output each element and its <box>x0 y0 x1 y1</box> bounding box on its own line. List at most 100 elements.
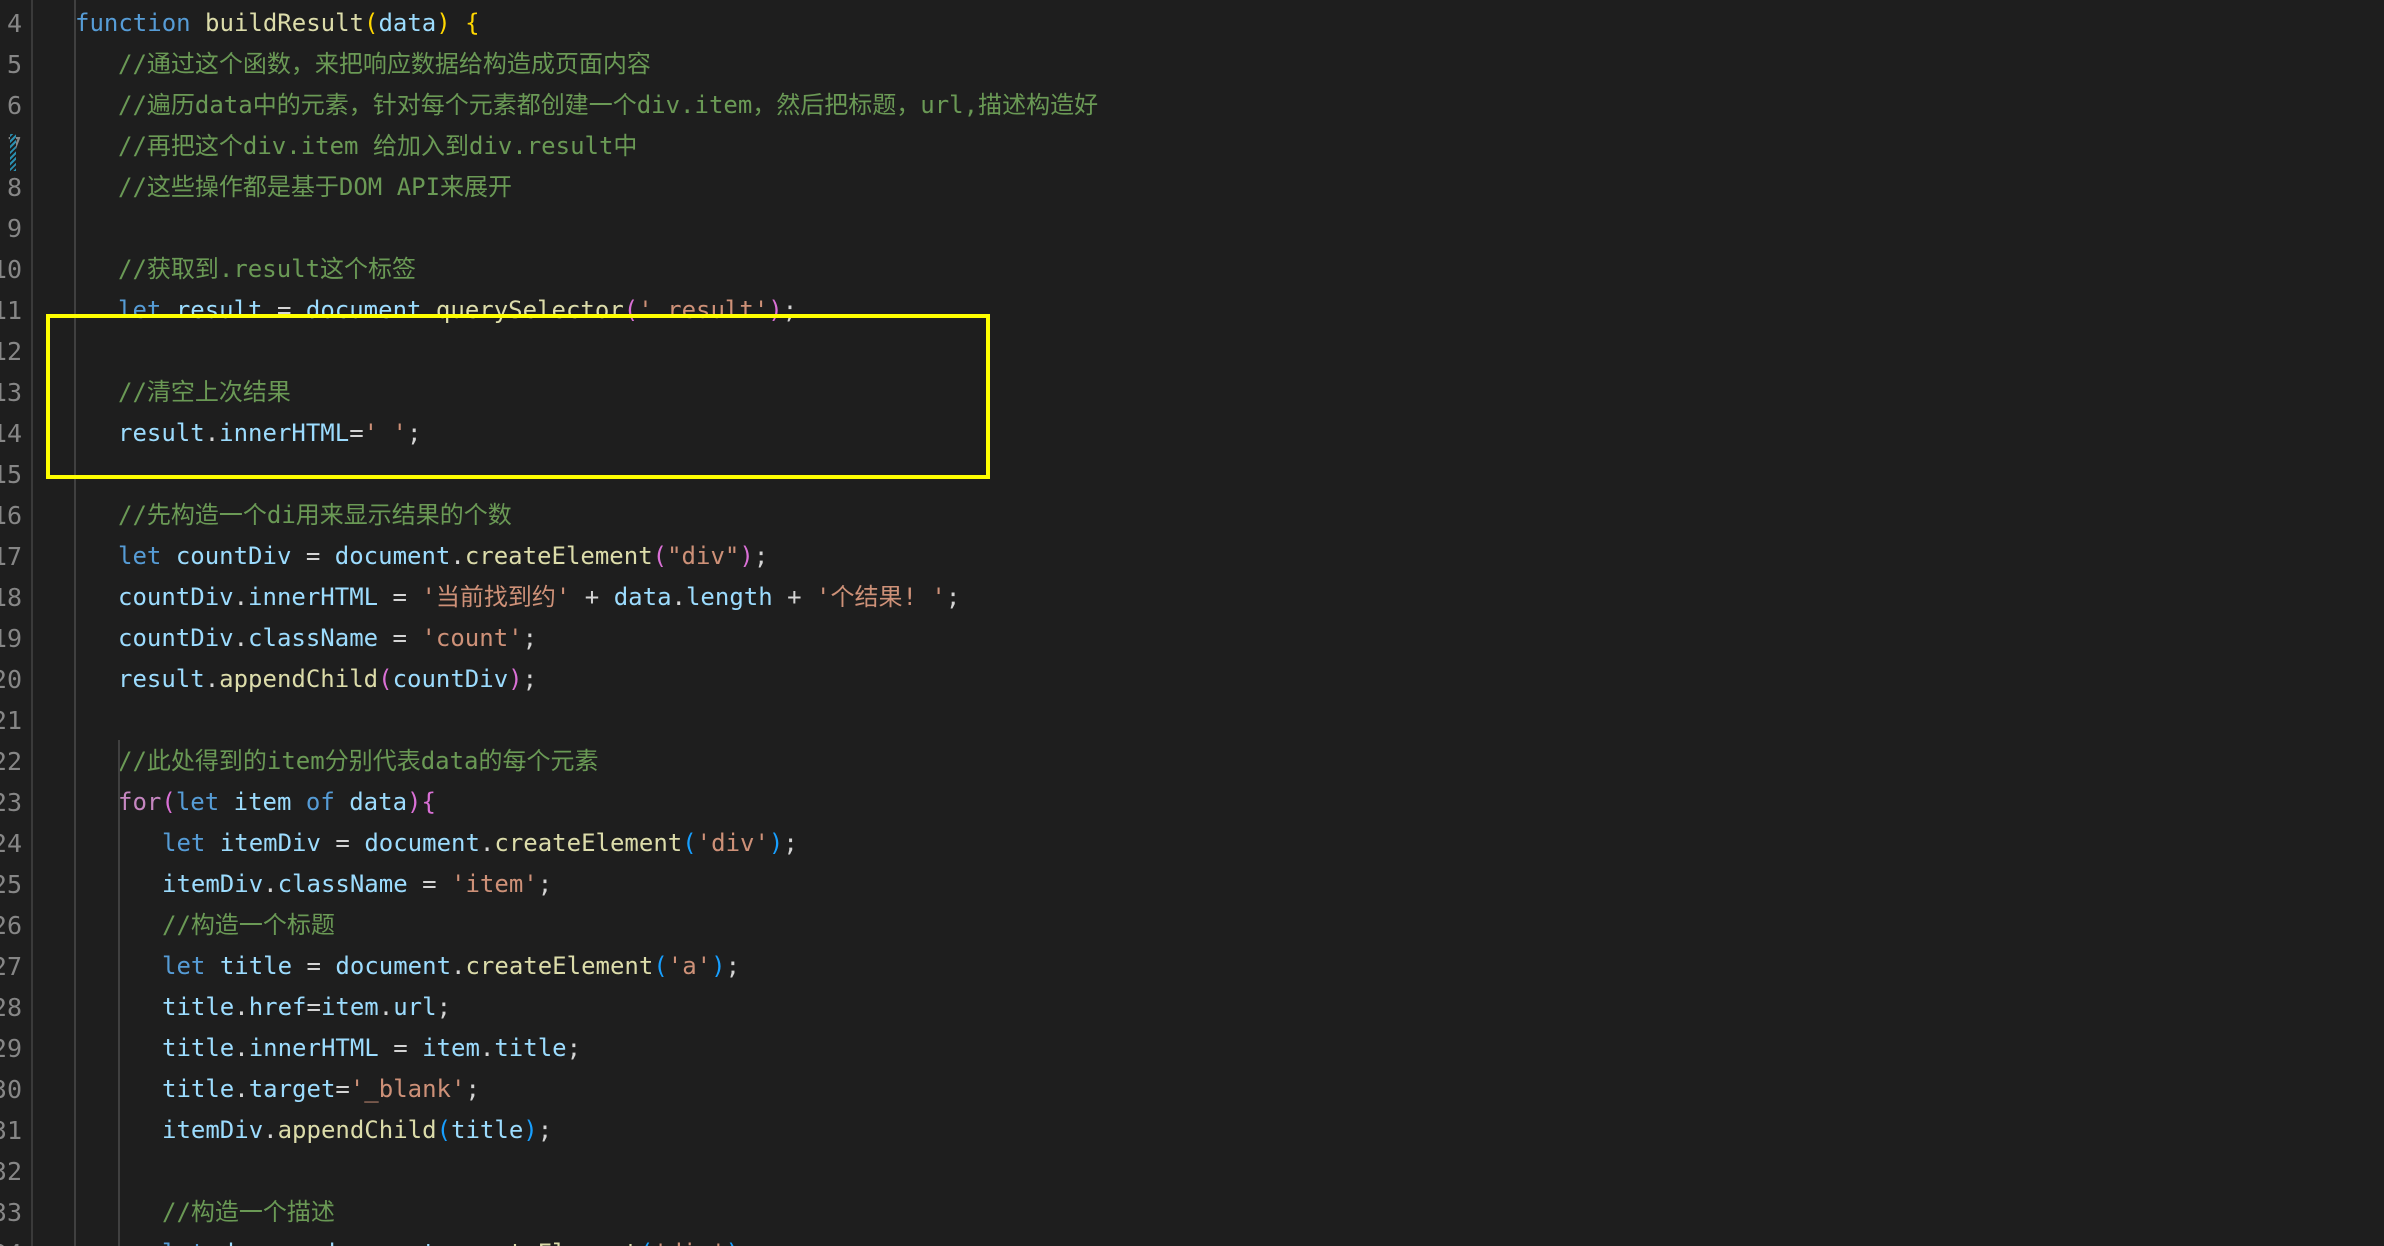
code-token: href <box>248 993 307 1021</box>
code-line[interactable]: //这些操作都是基于DOM API来展开 <box>118 167 512 208</box>
code-token: innerHTML <box>248 1034 379 1062</box>
code-token: title <box>162 1034 235 1062</box>
code-token: createElement <box>464 542 653 570</box>
code-token: itemDiv <box>219 829 321 857</box>
code-line[interactable]: let itemDiv = document.createElement('di… <box>162 823 798 864</box>
code-line[interactable]: countDiv.className = 'count'; <box>118 618 537 659</box>
code-token: ) <box>508 665 523 693</box>
line-number: 33 <box>0 1198 22 1227</box>
code-token: . <box>234 1075 249 1103</box>
code-token: '_blank' <box>349 1075 466 1103</box>
code-token: ; <box>782 296 798 324</box>
code-line[interactable]: let countDiv = document.createElement("d… <box>118 536 768 577</box>
code-token: ; <box>783 829 798 857</box>
code-token: { <box>421 788 436 816</box>
line-number: 10 <box>0 255 22 284</box>
code-token: . <box>437 1239 451 1246</box>
code-line[interactable]: let title = document.createElement('a'); <box>162 946 740 987</box>
code-token: ( <box>682 829 697 857</box>
code-line[interactable]: result.innerHTML=' '; <box>118 413 421 454</box>
code-token: buildResult <box>205 9 364 37</box>
code-line[interactable]: countDiv.innerHTML = '当前找到约' + data.leng… <box>118 577 960 618</box>
code-token: createElement <box>494 829 683 857</box>
code-token: ; <box>740 1239 754 1246</box>
code-token: ( <box>652 542 668 570</box>
code-token: title <box>219 952 293 980</box>
line-number: 20 <box>0 665 22 694</box>
code-token: { <box>465 9 480 37</box>
code-token: = <box>378 583 422 611</box>
code-line[interactable]: //清空上次结果 <box>118 372 291 413</box>
line-number: 21 <box>0 706 22 735</box>
code-token: . <box>671 583 686 611</box>
code-line[interactable]: let desc = document.createElement('div')… <box>162 1233 754 1246</box>
code-token: '个结果! ' <box>816 583 946 611</box>
code-line[interactable]: title.innerHTML = item.title; <box>162 1028 581 1069</box>
code-line[interactable]: title.href=item.url; <box>162 987 451 1028</box>
code-token: . <box>234 993 249 1021</box>
line-number: 11 <box>0 296 22 325</box>
code-line[interactable]: let result = document.querySelector('.re… <box>118 290 797 331</box>
code-token: className <box>248 624 379 652</box>
code-token: + <box>772 583 817 611</box>
code-token: //再把这个div.item 给加入到div.result中 <box>118 132 638 160</box>
code-line[interactable]: //构造一个描述 <box>162 1192 335 1233</box>
code-token: = <box>349 419 364 447</box>
code-token: ; <box>537 1116 553 1144</box>
code-token: for <box>118 788 162 816</box>
code-token: result <box>118 665 205 693</box>
code-line[interactable]: //此处得到的item分别代表data的每个元素 <box>118 741 599 782</box>
code-token: = <box>291 542 335 570</box>
code-token: ) <box>436 9 451 37</box>
code-token: document <box>305 296 422 324</box>
code-content[interactable]: function buildResult(data) {//通过这个函数，来把响… <box>0 0 2384 1246</box>
code-line[interactable]: //再把这个div.item 给加入到div.result中 <box>118 126 637 167</box>
code-token: countDiv <box>392 665 509 693</box>
code-token: result <box>118 419 205 447</box>
code-token: let <box>118 296 162 324</box>
code-token: ( <box>378 665 393 693</box>
line-number: 22 <box>0 747 22 776</box>
line-number-gutter: 4567891011121314151617181920212223242526… <box>0 0 26 1246</box>
line-number: 12 <box>0 337 22 366</box>
code-token: ( <box>639 1239 653 1246</box>
code-token: createElement <box>451 1239 639 1246</box>
code-line[interactable]: function buildResult(data) { <box>75 3 480 44</box>
code-line[interactable]: //构造一个标题 <box>162 905 335 946</box>
code-token: target <box>248 1075 336 1103</box>
code-token: itemDiv <box>162 1116 264 1144</box>
line-number: 30 <box>0 1075 22 1104</box>
code-token: let <box>162 829 206 857</box>
code-token: = <box>320 829 365 857</box>
code-token: 'div' <box>696 829 769 857</box>
code-token: . <box>263 870 278 898</box>
code-token: 'item' <box>451 870 538 898</box>
code-token: ) <box>726 1239 740 1246</box>
code-token: data <box>378 9 437 37</box>
code-token: ; <box>465 1075 480 1103</box>
code-line[interactable]: //获取到.result这个标签 <box>118 249 416 290</box>
code-token: . <box>450 542 465 570</box>
code-line[interactable]: result.appendChild(countDiv); <box>118 659 537 700</box>
code-token: document <box>364 829 480 857</box>
code-token: function <box>75 9 191 37</box>
code-line[interactable]: //通过这个函数，来把响应数据给构造成页面内容 <box>118 44 651 85</box>
code-token: = <box>306 993 321 1021</box>
code-line[interactable]: //先构造一个di用来显示结果的个数 <box>118 495 512 536</box>
code-line[interactable]: itemDiv.className = 'item'; <box>162 864 552 905</box>
code-token: //通过这个函数，来把响应数据给构造成页面内容 <box>118 50 651 78</box>
code-token: item <box>422 1034 480 1062</box>
code-line[interactable]: for(let item of data){ <box>118 782 436 823</box>
code-line[interactable]: title.target='_blank'; <box>162 1069 480 1110</box>
code-editor[interactable]: 4567891011121314151617181920212223242526… <box>0 0 2384 1246</box>
code-line[interactable]: itemDiv.appendChild(title); <box>162 1110 552 1151</box>
line-number: 13 <box>0 378 22 407</box>
code-token: . <box>233 583 249 611</box>
code-line[interactable]: //遍历data中的元素，针对每个元素都创建一个div.item，然后把标题，u… <box>118 85 1098 126</box>
line-number: 6 <box>6 91 22 120</box>
